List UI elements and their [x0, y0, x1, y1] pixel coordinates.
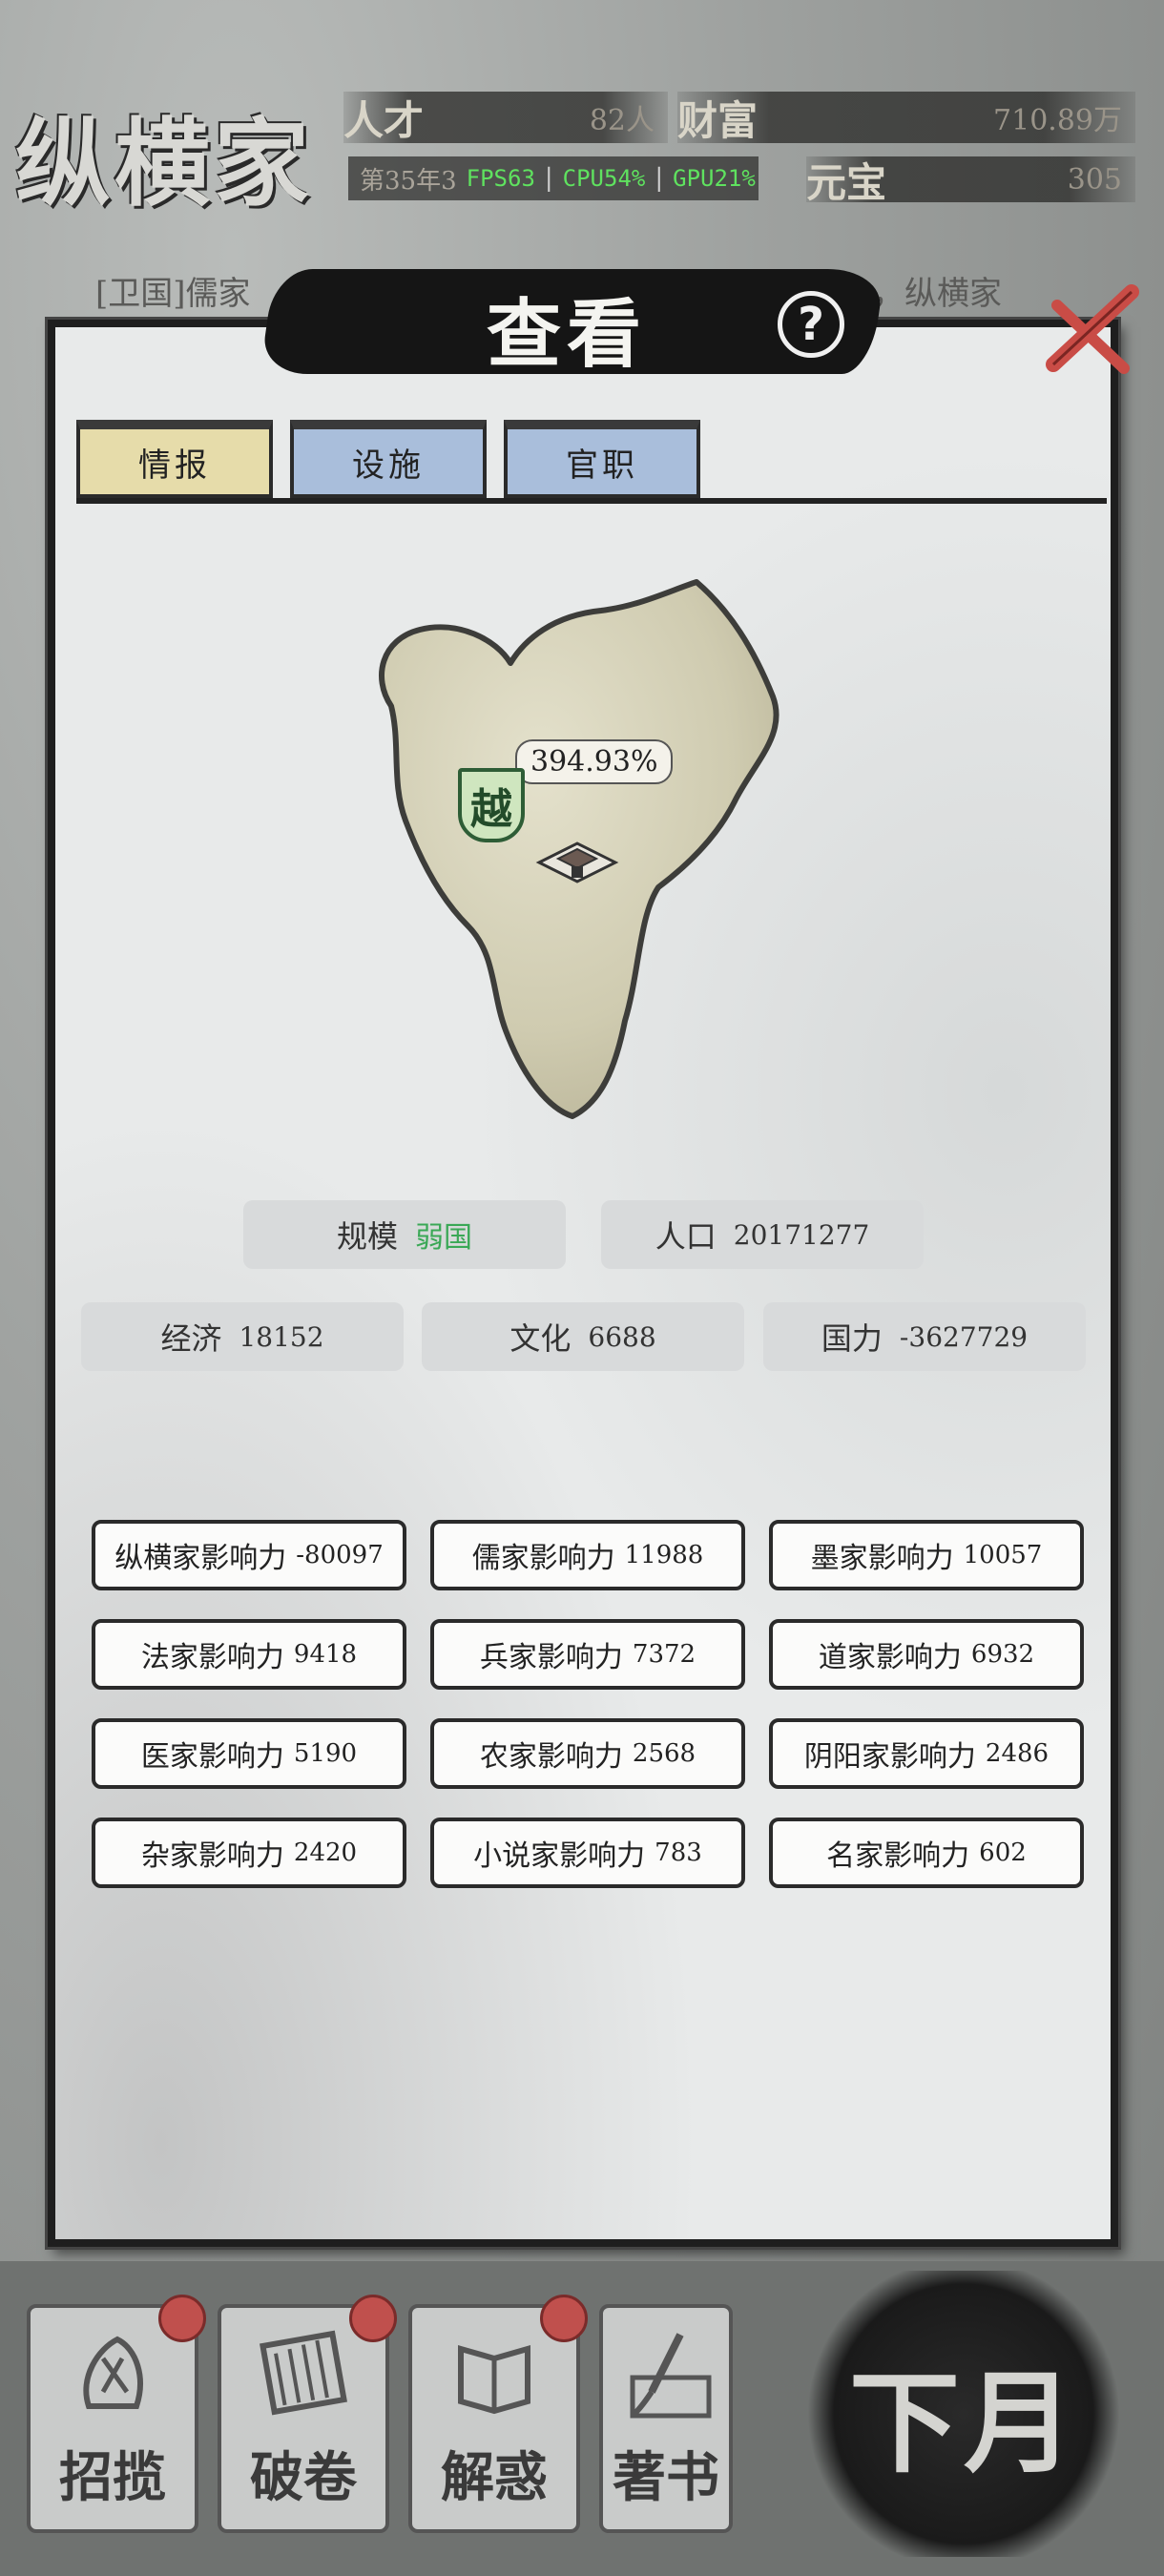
year-text: 第35年3	[360, 166, 457, 196]
question-circle-icon[interactable]: ?	[778, 291, 844, 358]
background-notice-left: [卫国]儒家	[95, 275, 251, 313]
wealth-bar[interactable]: 财富 710.89万	[677, 92, 1135, 144]
influence-cell[interactable]: 小说家影响力 783	[430, 1818, 745, 1888]
separator: |	[655, 164, 664, 193]
economy-value: 18152	[239, 1320, 324, 1353]
economy-label: 经济	[160, 1320, 222, 1357]
dialog-title: 查看	[487, 291, 648, 378]
culture-stat: 文化 6688	[422, 1302, 744, 1371]
influence-label: 墨家影响力	[810, 1542, 954, 1575]
separator: |	[544, 164, 553, 193]
influence-label: 兵家影响力	[479, 1641, 623, 1674]
ingot-bar[interactable]: 元宝 305	[806, 156, 1135, 206]
influence-value: 11988	[624, 1541, 704, 1569]
influence-label: 阴阳家影响力	[803, 1740, 976, 1774]
influence-label: 儒家影响力	[471, 1542, 615, 1575]
influence-cell[interactable]: 儒家影响力 11988	[430, 1520, 745, 1590]
tab-intel[interactable]: 情报	[76, 420, 273, 498]
influence-label: 小说家影响力	[473, 1839, 646, 1873]
influence-cell[interactable]: 农家影响力 2568	[430, 1718, 745, 1789]
economy-stat: 经济 18152	[81, 1302, 404, 1371]
solve-doubt-button[interactable]: 解惑	[408, 2295, 588, 2533]
school-title: 纵横家	[15, 107, 313, 219]
influence-value: 2486	[985, 1739, 1050, 1768]
wealth-value: 710.89万	[993, 104, 1122, 137]
influence-cell[interactable]: 杂家影响力 2420	[92, 1818, 406, 1888]
tab-divider	[76, 498, 1107, 504]
wealth-label: 财富	[677, 96, 759, 144]
influence-value: 783	[655, 1839, 702, 1867]
influence-value: 2420	[293, 1839, 358, 1867]
scale-stat: 规模 弱国	[243, 1200, 566, 1269]
power-value: -3627729	[899, 1320, 1029, 1353]
influence-label: 农家影响力	[479, 1740, 623, 1774]
scroll-icon	[260, 2330, 347, 2416]
brush-icon	[630, 2333, 712, 2419]
ingot-label: 元宝	[806, 158, 887, 206]
influence-label: 杂家影响力	[140, 1839, 284, 1873]
power-label: 国力	[821, 1320, 883, 1357]
influence-cell[interactable]: 纵横家影响力 -80097	[92, 1520, 406, 1590]
influence-cell[interactable]: 名家影响力 602	[769, 1818, 1084, 1888]
solve-doubt-label: 解惑	[441, 2446, 548, 2509]
talent-bar[interactable]: 人才 82人	[343, 92, 668, 144]
write-book-button[interactable]: 著书	[599, 2304, 733, 2533]
scale-value: 弱国	[415, 1221, 472, 1255]
culture-label: 文化	[509, 1320, 572, 1357]
influence-label: 名家影响力	[826, 1839, 970, 1873]
population-value: 20171277	[733, 1218, 870, 1251]
influence-cell[interactable]: 道家影响力 6932	[769, 1619, 1084, 1690]
influence-cell[interactable]: 墨家影响力 10057	[769, 1520, 1084, 1590]
scale-label: 规模	[336, 1218, 398, 1255]
notification-dot	[349, 2295, 397, 2342]
influence-value: 6932	[970, 1640, 1035, 1669]
territory-percentage: 394.93%	[515, 739, 674, 784]
influence-value: -80097	[296, 1541, 384, 1569]
notification-dot	[158, 2295, 206, 2342]
gpu-readout: GPU21%	[673, 165, 756, 192]
recruit-icon	[83, 2336, 143, 2409]
scroll-label: 破卷	[250, 2446, 357, 2509]
tab-facilities[interactable]: 设施	[290, 420, 487, 498]
notification-dot	[540, 2295, 588, 2342]
influence-value: 10057	[963, 1541, 1043, 1569]
talent-label: 人才	[343, 96, 425, 144]
ingot-value: 305	[1067, 162, 1122, 197]
culture-value: 6688	[588, 1320, 656, 1353]
next-month-button[interactable]: 下月	[801, 2271, 1126, 2557]
close-x-icon[interactable]	[1040, 277, 1145, 382]
influence-value: 7372	[632, 1640, 696, 1669]
influence-cell[interactable]: 法家影响力 9418	[92, 1619, 406, 1690]
city-gate-icon[interactable]	[530, 830, 625, 891]
influence-value: 9418	[293, 1640, 358, 1669]
book-icon	[458, 2345, 530, 2415]
influence-label: 纵横家影响力	[114, 1542, 287, 1575]
status-row: 第35年3 FPS63 | CPU54% | GPU21%	[348, 156, 759, 200]
recruit-label: 招揽	[59, 2446, 166, 2509]
top-hud: 纵横家 人才 82人 财富 710.89万 第35年3 FPS63 | CPU5…	[0, 0, 1164, 248]
fps-readout: FPS63	[466, 165, 535, 192]
state-flag-icon[interactable]: 越	[458, 768, 525, 842]
population-label: 人口	[655, 1218, 717, 1255]
talent-value: 82人	[589, 104, 655, 137]
influence-cell[interactable]: 医家影响力 5190	[92, 1718, 406, 1789]
influence-label: 法家影响力	[140, 1641, 284, 1674]
influence-cell[interactable]: 阴阳家影响力 2486	[769, 1718, 1084, 1789]
tab-offices[interactable]: 官职	[504, 420, 700, 498]
population-stat: 人口 20171277	[601, 1200, 924, 1269]
recruit-button[interactable]: 招揽	[27, 2295, 206, 2533]
dialog-tabs: 情报 设施 官职	[76, 420, 700, 498]
power-stat: 国力 -3627729	[763, 1302, 1086, 1371]
influence-label: 道家影响力	[818, 1641, 962, 1674]
cpu-readout: CPU54%	[562, 165, 646, 192]
influence-cell[interactable]: 兵家影响力 7372	[430, 1619, 745, 1690]
scroll-button[interactable]: 破卷	[218, 2295, 397, 2533]
influence-value: 602	[979, 1839, 1027, 1867]
influence-value: 5190	[293, 1739, 358, 1768]
influence-label: 医家影响力	[140, 1740, 284, 1774]
write-book-label: 著书	[613, 2446, 719, 2509]
influence-value: 2568	[632, 1739, 696, 1768]
